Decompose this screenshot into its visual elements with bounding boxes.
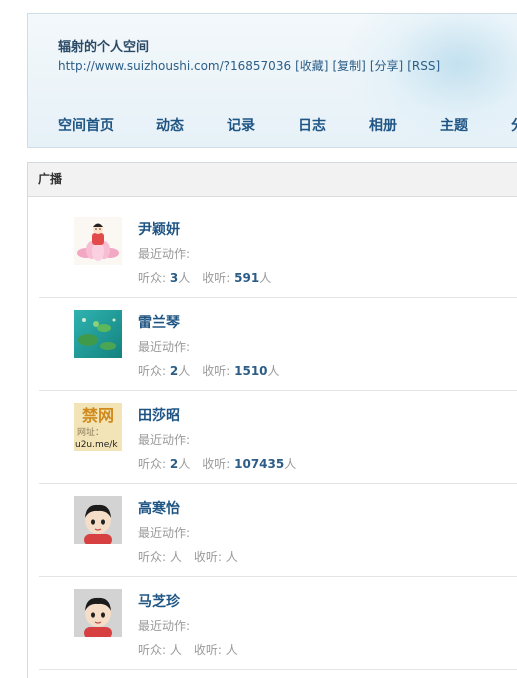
avatar-text-url-label: 网址：	[77, 426, 104, 438]
user-stats: 听众: 人收听: 人	[138, 548, 238, 565]
space-nav: 空间首页 动态 记录 日志 相册 主题 分	[58, 115, 517, 135]
listening-label: 收听:	[202, 457, 231, 471]
listeners-unit: 人	[178, 271, 191, 285]
listeners-label: 听众:	[138, 271, 167, 285]
listening-unit: 人	[225, 550, 238, 564]
nav-blog[interactable]: 日志	[298, 115, 326, 135]
nav-album[interactable]: 相册	[369, 115, 397, 135]
recent-action-label: 最近动作:	[138, 526, 191, 540]
copy-link[interactable]: [复制]	[332, 59, 365, 73]
space-url-link[interactable]: http://www.suizhoushi.com/?16857036	[58, 59, 291, 73]
listening-label: 收听:	[193, 550, 222, 564]
recent-action-label: 最近动作:	[138, 247, 191, 261]
listening-count: 1510	[234, 364, 268, 378]
page: 辐射的个人空间 http://www.suizhoushi.com/?16857…	[0, 0, 517, 678]
listening-unit: 人	[225, 643, 238, 657]
listening-unit: 人	[267, 364, 280, 378]
nav-feed[interactable]: 动态	[156, 115, 184, 135]
user-name[interactable]: 马芝珍	[138, 591, 180, 611]
rss-link[interactable]: [RSS]	[407, 59, 440, 73]
listeners-count: 2	[169, 457, 179, 471]
listening-label: 收听:	[193, 643, 222, 657]
nav-home[interactable]: 空间首页	[58, 115, 114, 135]
broadcast-panel: 广播 尹颖妍 最近动作: 听众: 3人 收听: 591人 雷兰琴 最近动作: 听…	[27, 162, 517, 678]
user-stats: 听众: 2人 收听: 1510人	[138, 362, 280, 379]
listening-label: 收听:	[202, 271, 231, 285]
banned-site-avatar[interactable]: 禁网 网址： u2u.me/k	[74, 403, 122, 451]
lotus-avatar[interactable]	[74, 217, 122, 265]
user-list: 尹颖妍 最近动作: 听众: 3人 收听: 591人 雷兰琴 最近动作: 听众: …	[28, 205, 517, 670]
user-name[interactable]: 雷兰琴	[138, 312, 180, 332]
nav-records[interactable]: 记录	[227, 115, 255, 135]
listening-count: 107435	[234, 457, 285, 471]
recent-action-label: 最近动作:	[138, 433, 191, 447]
favorite-link[interactable]: [收藏]	[295, 59, 328, 73]
user-stats: 听众: 人收听: 人	[138, 641, 238, 658]
list-item: 高寒怡 最近动作: 听众: 人收听: 人	[39, 484, 517, 577]
broadcast-title: 广播	[28, 163, 517, 197]
avatar-text-url: u2u.me/k	[75, 440, 118, 450]
list-item: 尹颖妍 最近动作: 听众: 3人 收听: 591人	[39, 205, 517, 298]
listening-unit: 人	[259, 271, 272, 285]
listening-count: 591	[234, 271, 260, 285]
share-link[interactable]: [分享]	[370, 59, 403, 73]
user-stats: 听众: 3人 收听: 591人	[138, 269, 271, 286]
user-name[interactable]: 尹颖妍	[138, 219, 180, 239]
user-name[interactable]: 田莎昭	[138, 405, 180, 425]
listeners-label: 听众:	[138, 550, 167, 564]
user-stats: 听众: 2人 收听: 107435人	[138, 455, 296, 472]
listeners-unit: 人	[178, 457, 191, 471]
recent-action-label: 最近动作:	[138, 340, 191, 354]
recent-action-label: 最近动作:	[138, 619, 191, 633]
list-item: 禁网 网址： u2u.me/k 田莎昭 最近动作: 听众: 2人 收听: 1074…	[39, 391, 517, 484]
listeners-label: 听众:	[138, 643, 167, 657]
listeners-label: 听众:	[138, 457, 167, 471]
default-cartoon-avatar[interactable]	[74, 496, 122, 544]
nav-topics[interactable]: 主题	[440, 115, 468, 135]
nav-more[interactable]: 分	[511, 115, 517, 135]
space-header: 辐射的个人空间 http://www.suizhoushi.com/?16857…	[27, 13, 517, 148]
avatar-text-banned: 禁网	[82, 406, 114, 425]
list-item: 雷兰琴 最近动作: 听众: 2人 收听: 1510人	[39, 298, 517, 391]
frog-pond-avatar[interactable]	[74, 310, 122, 358]
listeners-unit: 人	[169, 550, 182, 564]
space-title: 辐射的个人空间	[58, 40, 150, 55]
list-item: 马芝珍 最近动作: 听众: 人收听: 人	[39, 577, 517, 670]
listeners-count: 3	[169, 271, 179, 285]
space-url-line: http://www.suizhoushi.com/?16857036 [收藏] […	[58, 57, 440, 74]
listeners-unit: 人	[178, 364, 191, 378]
default-cartoon-avatar[interactable]	[74, 589, 122, 637]
listening-label: 收听:	[202, 364, 231, 378]
listening-unit: 人	[284, 457, 297, 471]
listeners-count: 2	[169, 364, 179, 378]
listeners-unit: 人	[169, 643, 182, 657]
user-name[interactable]: 高寒怡	[138, 498, 180, 518]
listeners-label: 听众:	[138, 364, 167, 378]
